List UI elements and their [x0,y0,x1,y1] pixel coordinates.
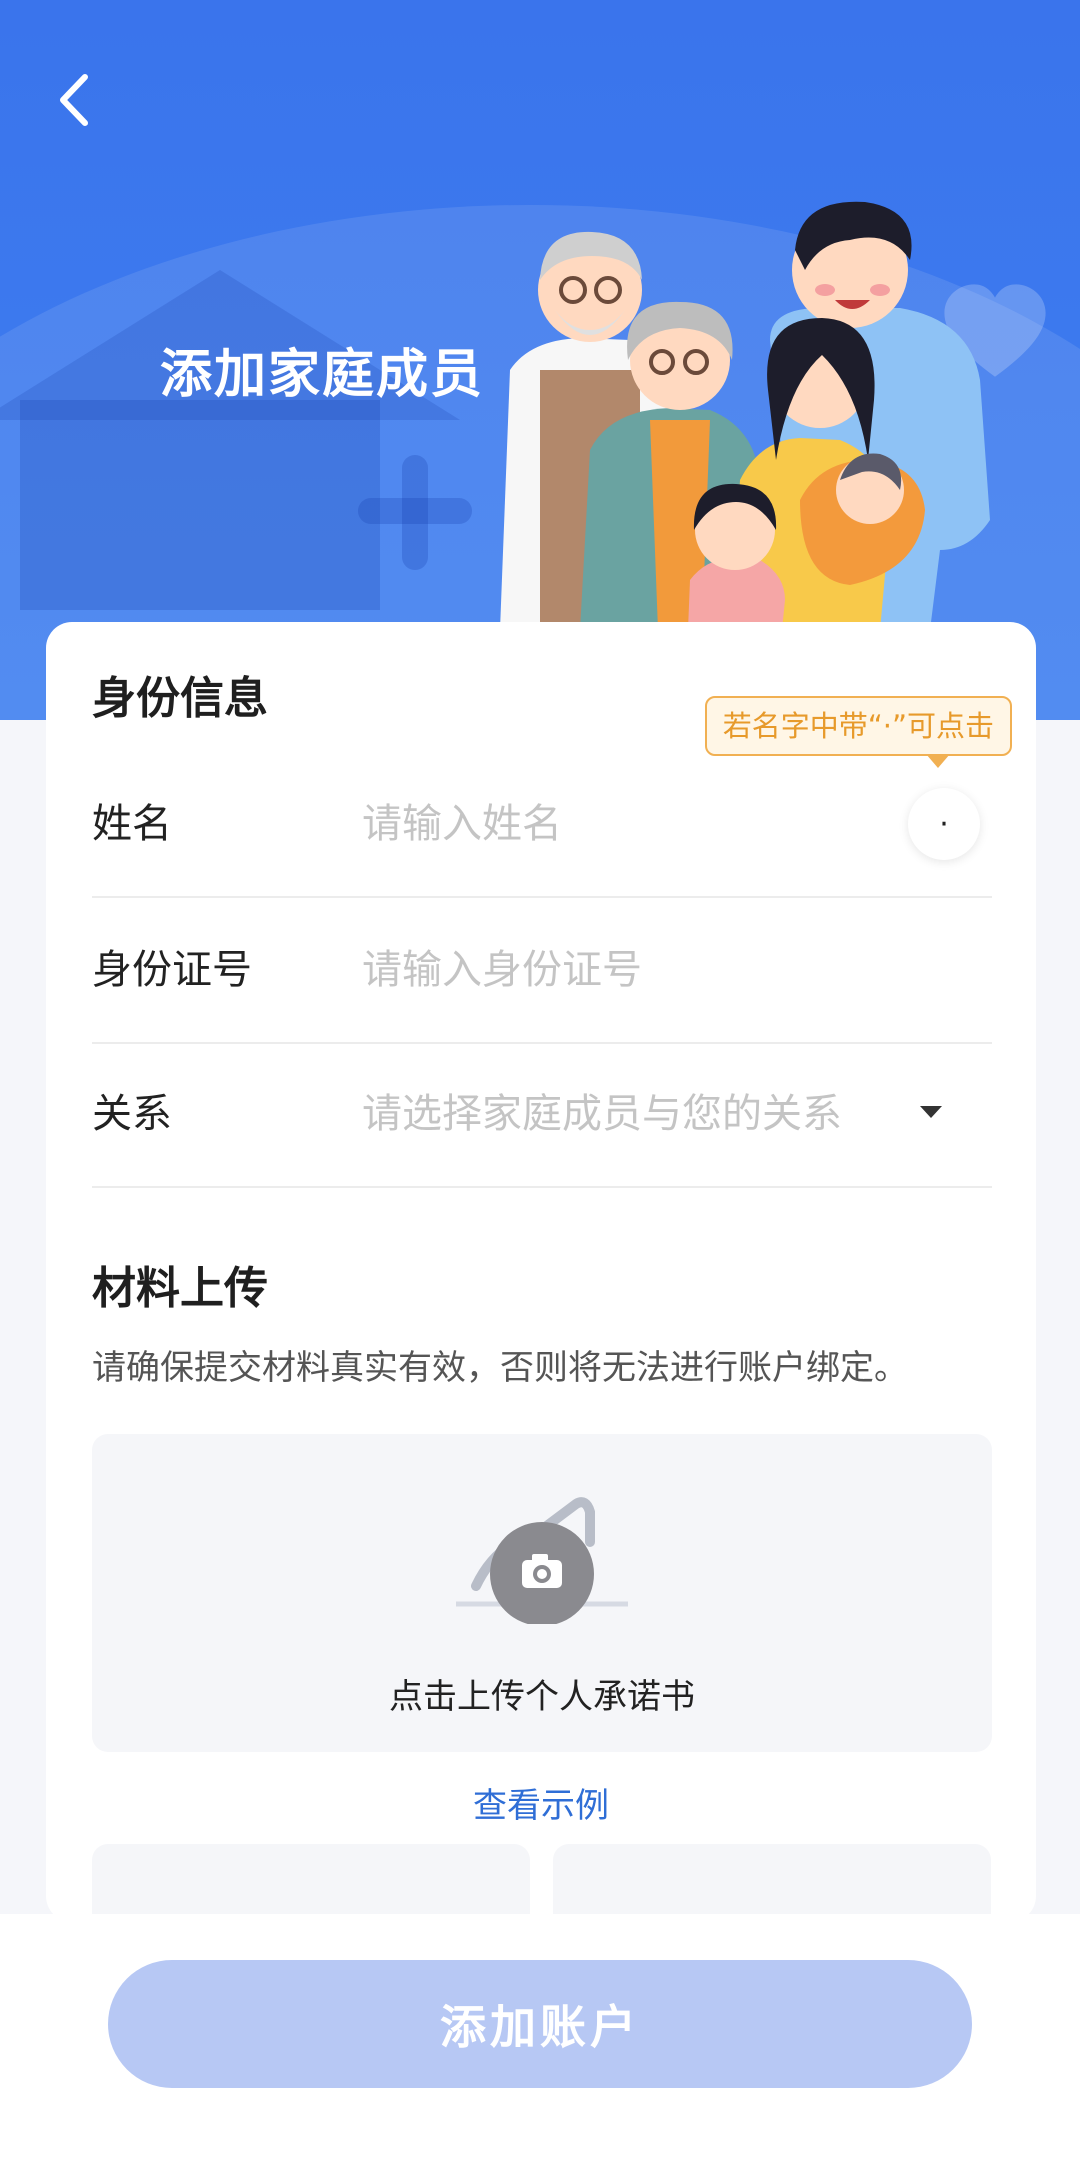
name-row: 姓名 · [92,752,992,898]
relation-row[interactable]: 关系 [92,1042,992,1188]
upload-label: 点击上传个人承诺书 [389,1677,695,1717]
plus-decoration-icon-bar [358,498,472,524]
form-card-content: 姓名 · 身份证号 关系 材料上传 请确保提交材料真实有效，否则将无法进行账户绑… [46,622,1036,1964]
materials-note: 请确保提交材料真实有效，否则将无法进行账户绑定。 [92,1348,908,1388]
back-button[interactable] [44,60,104,140]
relation-select[interactable] [362,1078,882,1150]
id-number-label: 身份证号 [92,947,252,993]
family-illustration [500,201,990,630]
house-decoration [20,400,380,610]
dot-symbol: · [939,806,949,842]
page-title: 添加家庭成员 [160,345,485,405]
chevron-left-icon [60,74,88,126]
footer-bar: 添加账户 [0,1914,1080,2160]
id-number-input[interactable] [362,934,882,1006]
upload-commitment-area[interactable]: 点击上传个人承诺书 [92,1434,992,1752]
name-label: 姓名 [92,801,172,847]
add-account-button[interactable]: 添加账户 [108,1960,972,2088]
name-input[interactable] [362,788,882,860]
id-number-row: 身份证号 [92,898,992,1044]
relation-label: 关系 [92,1091,172,1137]
view-example-link[interactable]: 查看示例 [46,1778,1036,1827]
insert-dot-button[interactable]: · [908,788,980,860]
header-banner: 添加家庭成员 [0,0,1080,720]
caret-down-icon[interactable] [920,1106,942,1118]
materials-section-title: 材料上传 [92,1263,268,1314]
camera-icon [456,1497,628,1624]
